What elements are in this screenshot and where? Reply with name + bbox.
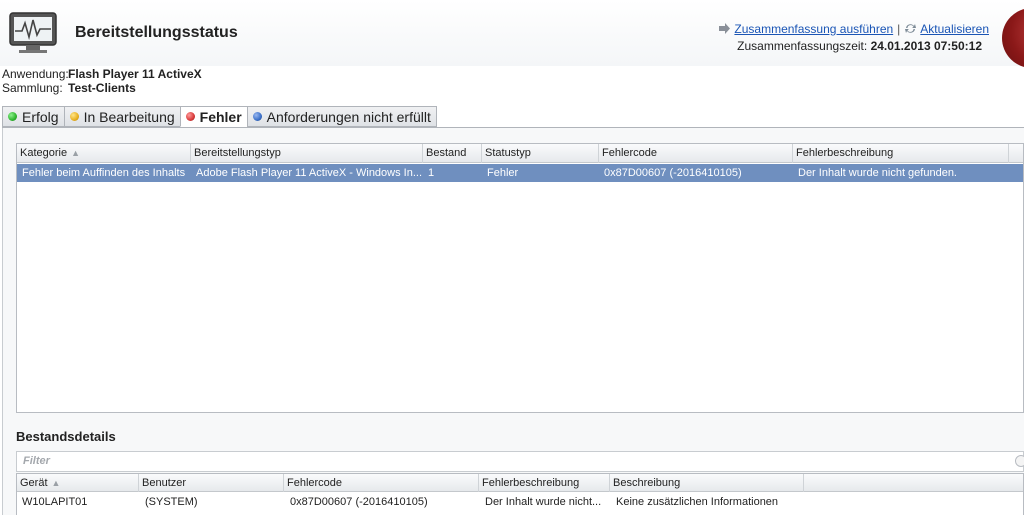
cell-benutzer: (SYSTEM)	[145, 496, 198, 508]
tab-label: Fehler	[199, 108, 242, 125]
refresh-link[interactable]: Aktualisieren	[920, 22, 989, 36]
red-status-icon	[185, 112, 195, 121]
tab-label: In Bearbeitung	[83, 108, 175, 125]
column-header-fehlercode[interactable]: Fehlercode	[284, 474, 479, 492]
header-links: Zusammenfassung ausführen | Aktualisieren	[718, 22, 989, 36]
summary-time: Zusammenfassungszeit: 24.01.2013 07:50:1…	[737, 39, 982, 53]
cell-fehlercode: 0x87D00607 (-2016410105)	[604, 167, 742, 179]
details-grid: Gerät ▲ Benutzer Fehlercode Fehlerbeschre…	[16, 473, 1024, 515]
tab-label: Erfolg	[22, 108, 59, 125]
column-header-bestand[interactable]: Bestand	[423, 144, 482, 163]
status-tabs: Erfolg In Bearbeitung Fehler Anforderung…	[2, 106, 437, 127]
tab-strip-divider	[2, 127, 1024, 128]
blue-status-icon	[252, 112, 262, 121]
sort-ascending-icon: ▲	[71, 148, 81, 158]
monitor-heartbeat-icon	[9, 12, 57, 53]
table-row[interactable]: W10LAPIT01 (SYSTEM) 0x87D00607 (-2016410…	[17, 493, 1023, 511]
header-bar: Bereitstellungsstatus Zusammenfassung au…	[0, 0, 1024, 68]
tab-in-bearbeitung[interactable]: In Bearbeitung	[63, 106, 180, 127]
column-header-beschreibung[interactable]: Beschreibung	[610, 474, 804, 492]
page-title: Bereitstellungsstatus	[75, 24, 238, 41]
application-value: Flash Player 11 ActiveX	[68, 67, 202, 81]
application-line: Anwendung:Flash Player 11 ActiveX	[2, 67, 202, 81]
cell-geraet: W10LAPIT01	[22, 496, 88, 508]
filter-placeholder: Filter	[23, 455, 50, 467]
details-grid-header: Gerät ▲ Benutzer Fehlercode Fehlerbeschre…	[17, 474, 1023, 492]
cell-statustyp: Fehler	[487, 167, 519, 179]
yellow-status-icon	[69, 112, 79, 121]
details-section-title: Bestandsdetails	[16, 429, 116, 444]
cell-bestand: 1	[428, 167, 435, 179]
cell-fehlerbeschreibung: Der Inhalt wurde nicht gefunden.	[798, 167, 957, 179]
column-header-kategorie[interactable]: Kategorie ▲	[17, 144, 191, 163]
tab-label: Anforderungen nicht erfüllt	[266, 108, 431, 125]
clear-filter-icon[interactable]	[1015, 455, 1024, 467]
application-label: Anwendung:	[2, 67, 69, 81]
green-status-icon	[8, 112, 17, 121]
cell-beschreibung: Keine zusätzlichen Informationen	[616, 496, 779, 508]
run-summary-link[interactable]: Zusammenfassung ausführen	[734, 22, 893, 36]
collection-value: Test-Clients	[68, 81, 136, 95]
cell-bereitstellungstyp: Adobe Flash Player 11 ActiveX - Windows …	[196, 167, 423, 179]
column-header-geraet[interactable]: Gerät ▲	[17, 474, 139, 492]
link-separator: |	[897, 22, 901, 36]
status-grid: Kategorie ▲ Bereitstellungstyp Bestand St…	[16, 143, 1024, 413]
filter-input[interactable]: Filter	[16, 451, 1024, 472]
cell-kategorie: Fehler beim Auffinden des Inhalts	[22, 167, 186, 179]
tab-fehler[interactable]: Fehler	[179, 106, 247, 127]
tab-anforderungen-nicht-erfuellt[interactable]: Anforderungen nicht erfüllt	[246, 106, 437, 127]
cell-fehlercode: 0x87D00607 (-2016410105)	[290, 496, 428, 508]
summary-time-value: 24.01.2013 07:50:12	[870, 39, 982, 53]
collection-line: Sammlung: Test-Clients	[2, 81, 136, 95]
refresh-icon	[905, 24, 917, 33]
column-header-bereitstellungstyp[interactable]: Bereitstellungstyp	[191, 144, 423, 163]
collection-label: Sammlung:	[2, 81, 63, 95]
column-header-fehlerbeschreibung[interactable]: Fehlerbeschreibung	[479, 474, 610, 492]
column-header-benutzer[interactable]: Benutzer	[139, 474, 284, 492]
app-orb-icon	[1002, 8, 1024, 68]
table-row[interactable]: Fehler beim Auffinden des Inhalts Adobe …	[17, 164, 1023, 182]
summary-time-label: Zusammenfassungszeit:	[737, 39, 868, 53]
column-header-fehlercode[interactable]: Fehlercode	[599, 144, 793, 163]
tab-erfolg[interactable]: Erfolg	[2, 106, 64, 127]
column-header-statustyp[interactable]: Statustyp	[482, 144, 599, 163]
column-header-fehlerbeschreibung[interactable]: Fehlerbeschreibung	[793, 144, 1009, 163]
sort-ascending-icon: ▲	[51, 478, 61, 488]
status-grid-header: Kategorie ▲ Bereitstellungstyp Bestand St…	[17, 144, 1023, 163]
run-summary-icon	[719, 23, 731, 34]
cell-fehlerbeschreibung: Der Inhalt wurde nicht...	[485, 496, 602, 508]
